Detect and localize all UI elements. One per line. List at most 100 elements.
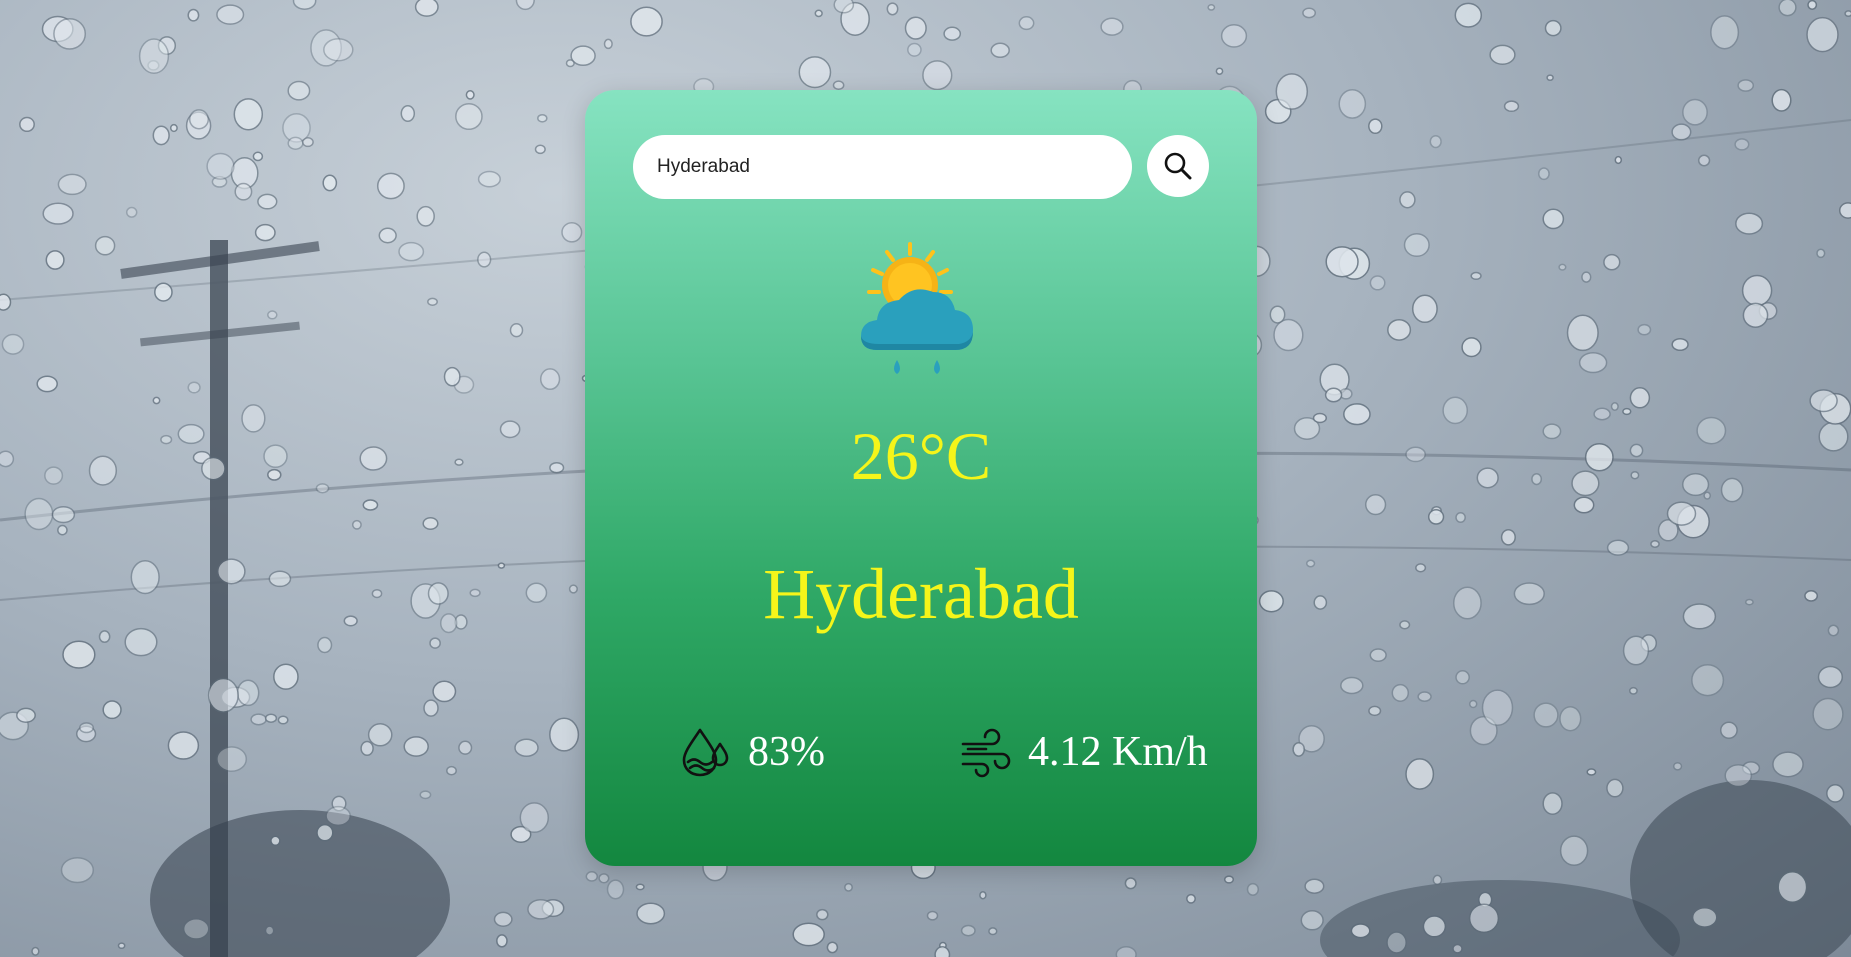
rain-drop <box>1666 501 1697 526</box>
rain-drop <box>465 90 475 100</box>
rain-drop <box>455 102 483 131</box>
search-icon <box>1164 152 1192 180</box>
rain-drop <box>943 26 962 41</box>
rain-drop <box>423 699 439 717</box>
rain-drop <box>359 446 388 471</box>
rain-drop <box>1807 0 1818 10</box>
rain-drop <box>439 613 458 634</box>
rain-drop <box>539 368 561 391</box>
rain-drop <box>1405 758 1435 790</box>
rain-drop <box>1812 697 1844 731</box>
rain-drop <box>343 615 358 627</box>
rain-drop <box>561 221 583 243</box>
rain-drop <box>477 170 501 188</box>
rain-drop <box>206 152 235 180</box>
rain-drop <box>527 898 555 920</box>
rain-drop <box>469 588 481 598</box>
rain-drop <box>1324 387 1343 403</box>
rain-drop <box>36 375 58 393</box>
rain-drop <box>177 423 205 445</box>
rain-drop <box>458 740 473 755</box>
rain-drop <box>514 738 539 757</box>
rain-drop <box>1415 563 1427 573</box>
rain-drop <box>263 444 288 469</box>
rain-drop <box>1503 100 1520 113</box>
rain-drop <box>1452 586 1482 620</box>
rain-drop <box>367 723 393 747</box>
rain-drop <box>477 251 492 268</box>
rain-drop <box>1838 202 1851 219</box>
city-search-input[interactable] <box>633 135 1132 199</box>
rain-drop <box>1816 248 1826 259</box>
rain-drop <box>585 871 599 882</box>
wind-speed-value: 4.12 Km/h <box>1028 729 1208 775</box>
rain-drop <box>236 679 260 707</box>
rain-drop <box>1368 705 1382 717</box>
rain-drop <box>1778 0 1797 17</box>
rain-drop <box>1630 470 1640 480</box>
rain-drop <box>1343 403 1371 426</box>
rain-drop <box>1018 16 1035 31</box>
rain-drop <box>1610 402 1619 411</box>
rain-drop <box>57 524 68 536</box>
rain-drop <box>51 505 76 524</box>
rain-drop <box>187 381 201 394</box>
rain-drop <box>16 707 36 723</box>
rain-drop <box>1186 893 1196 904</box>
rain-drop <box>1559 705 1582 732</box>
rain-drop <box>432 680 457 703</box>
rain-drop <box>277 715 289 725</box>
rain-drop <box>0 450 15 468</box>
rain-drop <box>252 151 264 162</box>
rain-drop <box>1737 79 1755 92</box>
rain-drop <box>154 282 173 302</box>
rain-drop <box>42 202 74 225</box>
rain-drop <box>1399 620 1411 630</box>
rain-drop <box>1207 4 1216 11</box>
rain-drop <box>1531 472 1543 486</box>
rain-drop <box>264 925 275 936</box>
rain-drop <box>102 700 122 720</box>
rain-drop <box>273 663 299 690</box>
rain-drop <box>1682 98 1708 126</box>
rain-drop <box>287 80 311 101</box>
rain-drop <box>1537 167 1550 181</box>
rain-drop <box>167 731 200 760</box>
rain-drop <box>267 310 278 320</box>
rain-drop <box>568 584 578 594</box>
rain-drop <box>598 873 610 884</box>
rain-drop <box>1826 784 1845 803</box>
rain-drop <box>1573 496 1595 514</box>
rain-drop <box>257 193 278 210</box>
rain-drop <box>1735 212 1764 235</box>
rain-drop <box>427 582 449 605</box>
rain-drop <box>1719 721 1738 740</box>
rain-drop <box>1603 253 1621 271</box>
rain-drop <box>1468 903 1500 934</box>
rain-drop <box>416 205 435 227</box>
rain-drop <box>1312 412 1328 424</box>
rain-drop <box>1115 946 1137 957</box>
rain-drop <box>53 18 87 50</box>
rain-drop <box>1422 915 1447 938</box>
rain-drop <box>1313 595 1328 610</box>
rain-drop <box>1703 491 1712 500</box>
rain-drop <box>1273 318 1304 352</box>
rain-drop <box>832 80 845 91</box>
rain-drop <box>1387 318 1412 341</box>
rain-drop <box>1368 118 1383 135</box>
rain-drop <box>1427 509 1445 525</box>
rain-drop <box>606 879 625 900</box>
rain-drop <box>1578 351 1608 374</box>
rain-drop <box>549 461 565 474</box>
rain-drop <box>1804 590 1819 602</box>
rain-drop <box>403 736 429 757</box>
rain-drop <box>234 182 253 201</box>
rain-drop <box>844 882 853 892</box>
rain-drop <box>1650 540 1660 548</box>
rain-drop <box>360 740 374 757</box>
rain-drop <box>1734 138 1750 151</box>
rain-drop <box>1559 835 1589 867</box>
search-button[interactable] <box>1147 135 1209 197</box>
rain-drop <box>1629 443 1644 458</box>
